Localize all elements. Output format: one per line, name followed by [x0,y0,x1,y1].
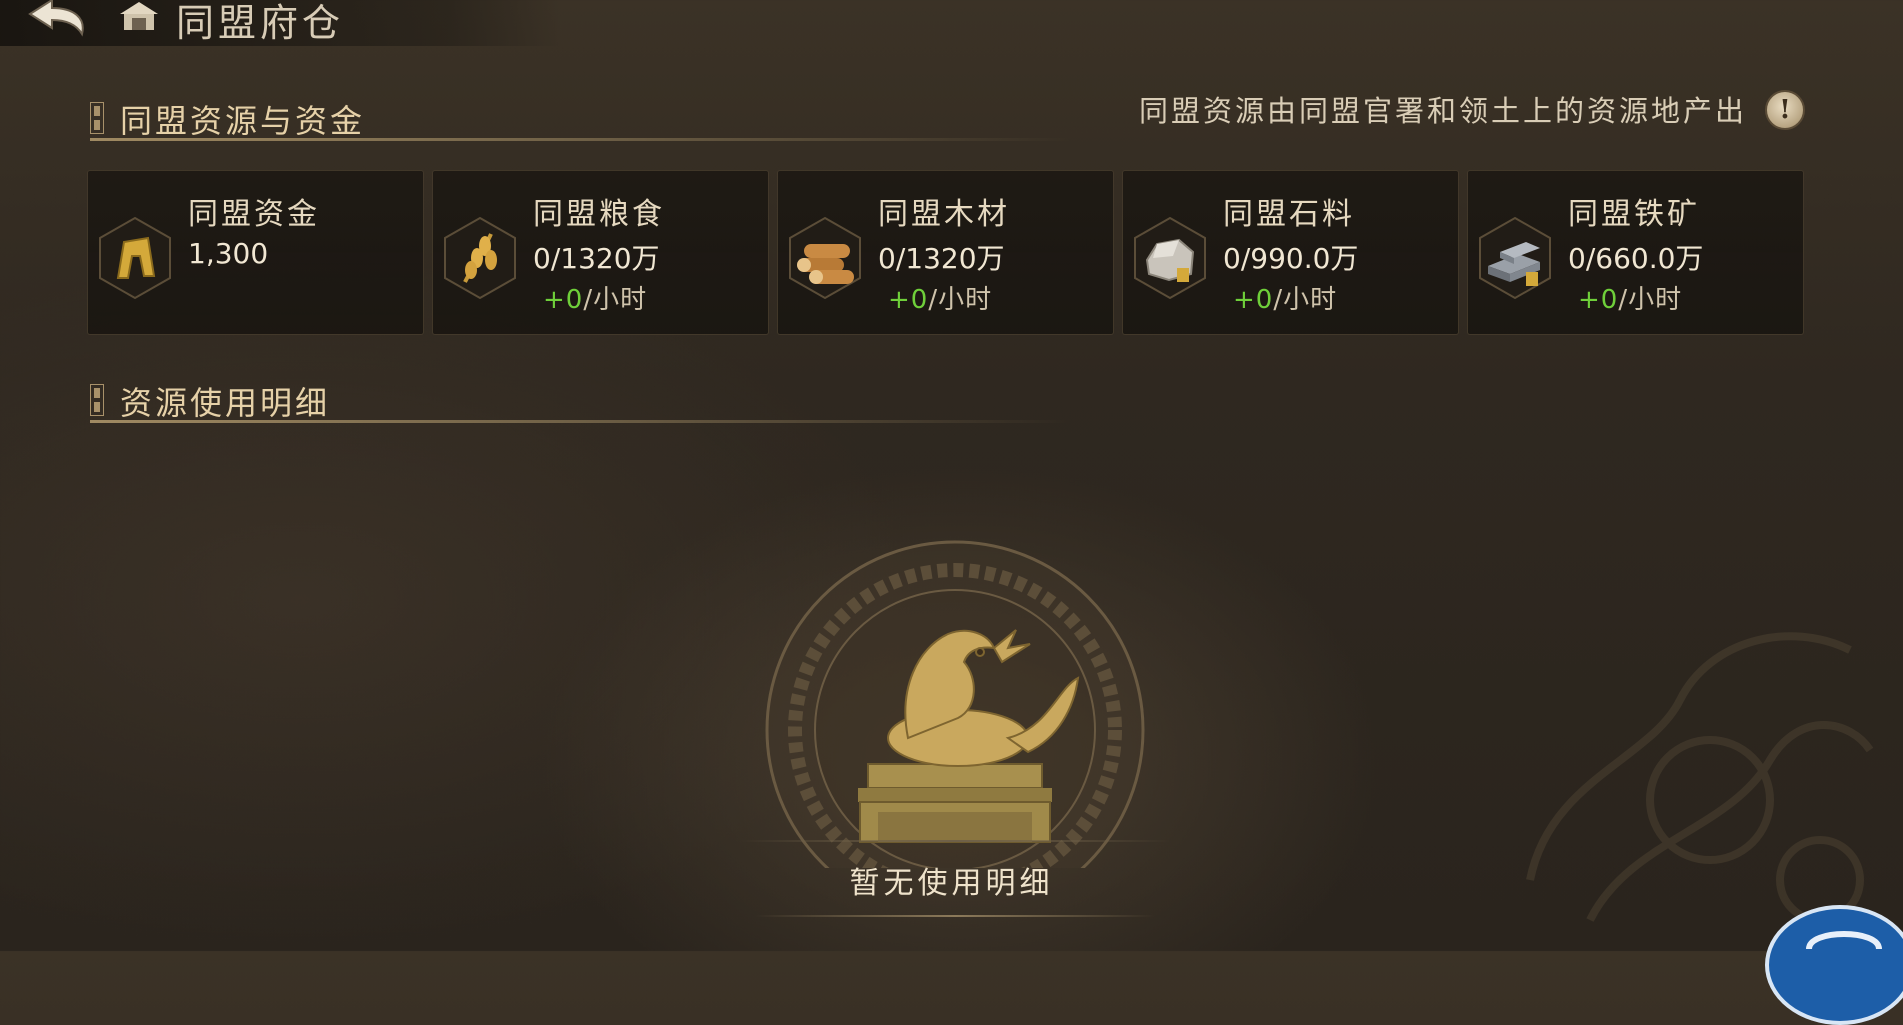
rate-unit: /小时 [1618,285,1683,315]
rate-value: +0 [1578,285,1619,315]
resource-amount: 1,300 [188,237,269,270]
empty-state-divider-top [740,840,1170,842]
top-bar: 同盟府仓 [0,0,560,46]
page-title: 同盟府仓 [176,1,345,45]
chat-icon [1806,931,1882,950]
resource-amount: 0/1320万 [878,242,1005,275]
dragon-seal-emblem [765,540,1145,868]
resources-section-title: 同盟资源与资金 [120,102,366,140]
resource-name: 同盟石料 [1223,197,1355,232]
resource-amount: 0/990.0万 [1223,242,1359,275]
resource-amount: 0/660.0万 [1568,242,1704,275]
chat-float-button[interactable] [1765,905,1903,1025]
section-marker-icon [90,102,104,134]
info-button[interactable]: ! [1765,90,1805,130]
iron-icon [1479,216,1551,300]
resource-name: 同盟粮食 [533,197,665,232]
section-underline [90,420,1070,423]
back-arrow-icon [28,0,84,37]
stone-icon [1134,216,1206,300]
coin-icon [99,216,171,300]
usage-section-title: 资源使用明细 [120,384,331,422]
resources-info-text: 同盟资源由同盟官署和领土上的资源地产出 [1138,94,1747,128]
resource-card-grain[interactable]: 同盟粮食 0/1320万 +0/小时 [432,170,769,335]
resource-card-iron[interactable]: 同盟铁矿 0/660.0万 +0/小时 [1467,170,1804,335]
resource-name: 同盟木材 [878,197,1010,232]
resource-rate: +0/小时 [1233,279,1337,316]
rate-unit: /小时 [1273,285,1338,315]
resource-rate: +0/小时 [888,279,992,316]
rate-value: +0 [543,285,584,315]
resource-rate: +0/小时 [543,279,647,316]
grain-icon [444,216,516,300]
resource-name: 同盟资金 [188,197,320,232]
section-underline [90,138,1070,141]
resource-card-funds[interactable]: 同盟资金 1,300 [87,170,424,335]
resource-amount: 0/1320万 [533,242,660,275]
resource-card-wood[interactable]: 同盟木材 0/1320万 +0/小时 [777,170,1114,335]
resource-name: 同盟铁矿 [1568,197,1700,232]
rate-value: +0 [1233,285,1274,315]
rate-unit: /小时 [928,285,993,315]
warehouse-icon [120,2,158,30]
empty-state-divider-bottom [755,915,1155,917]
rate-value: +0 [888,285,929,315]
resource-rate: +0/小时 [1578,279,1682,316]
section-marker-icon [90,384,104,416]
back-button[interactable] [22,0,94,40]
wood-icon [789,216,861,300]
exclamation-icon: ! [1779,95,1791,125]
resource-card-stone[interactable]: 同盟石料 0/990.0万 +0/小时 [1122,170,1459,335]
empty-state-text: 暂无使用明细 [849,866,1054,901]
rate-unit: /小时 [583,285,648,315]
